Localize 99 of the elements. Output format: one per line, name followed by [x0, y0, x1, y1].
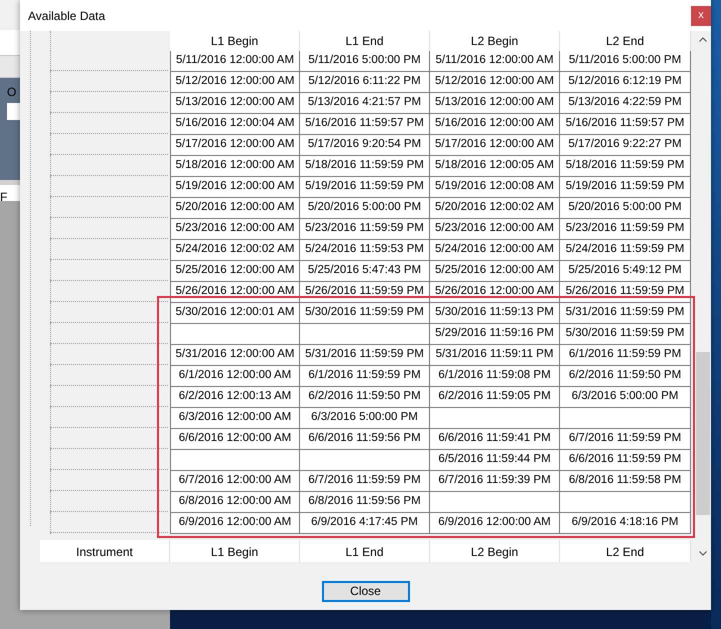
table-cell: 5/16/2016 12:00:00 AM — [430, 114, 560, 135]
table-cell: 5/17/2016 9:20:54 PM — [300, 135, 430, 156]
table-cell: 5/13/2016 12:00:00 AM — [430, 93, 560, 114]
column-header[interactable]: L1 Begin — [170, 540, 300, 562]
table-cell: 5/20/2016 12:00:00 AM — [170, 198, 300, 219]
window-title: Available Data — [28, 8, 106, 24]
table-cell: 5/31/2016 12:00:00 AM — [170, 345, 300, 366]
table-cell: 6/2/2016 11:59:05 PM — [430, 387, 560, 408]
table-cell: 5/23/2016 12:00:00 AM — [430, 219, 560, 240]
table-cell: 5/16/2016 11:59:57 PM — [560, 114, 691, 135]
table-cell: 5/12/2016 12:00:00 AM — [170, 72, 300, 93]
column-header[interactable]: L2 Begin — [430, 31, 560, 51]
table-cell: 5/16/2016 12:00:04 AM — [170, 114, 300, 135]
table-cell: 5/11/2016 5:00:00 PM — [300, 51, 430, 72]
scroll-thumb[interactable] — [696, 352, 710, 515]
table-cell: 5/31/2016 11:59:59 PM — [300, 345, 430, 366]
table-cell: 6/7/2016 12:00:00 AM — [170, 471, 300, 492]
table-cell: 6/3/2016 5:00:00 PM — [560, 387, 691, 408]
table-cell: 5/26/2016 12:00:00 AM — [170, 282, 300, 303]
table-cell: 5/12/2016 6:12:19 PM — [560, 72, 691, 93]
table-cell: 5/13/2016 12:00:00 AM — [170, 93, 300, 114]
table-cell: 5/18/2016 11:59:59 PM — [300, 156, 430, 177]
table-cell: 5/13/2016 4:22:59 PM — [560, 93, 691, 114]
table-cell: 5/30/2016 11:59:13 PM — [430, 303, 560, 324]
table-cell: 5/24/2016 11:59:53 PM — [300, 240, 430, 261]
column-header[interactable]: L1 End — [300, 540, 430, 562]
table-cell: 5/11/2016 12:00:00 AM — [170, 51, 300, 72]
table-cell: 6/9/2016 12:00:00 AM — [170, 513, 300, 534]
table-cell: 5/26/2016 12:00:00 AM — [430, 282, 560, 303]
table-cell: 5/11/2016 5:00:00 PM — [560, 51, 691, 72]
table-cell: 6/8/2016 12:00:00 AM — [170, 492, 300, 513]
table-cell: 6/8/2016 11:59:58 PM — [560, 471, 691, 492]
table-cell: 5/19/2016 12:00:00 AM — [170, 177, 300, 198]
field-label: F — [0, 190, 8, 204]
table-cell: 5/25/2016 5:49:12 PM — [560, 261, 691, 282]
table-cell: 5/20/2016 5:00:00 PM — [560, 198, 691, 219]
table-cell: 6/6/2016 11:59:56 PM — [300, 429, 430, 450]
table-cell: 6/1/2016 11:59:59 PM — [300, 366, 430, 387]
table-cell: 5/17/2016 12:00:00 AM — [170, 135, 300, 156]
table-cell: 6/1/2016 12:00:00 AM — [170, 366, 300, 387]
table-cell: 5/31/2016 11:59:59 PM — [560, 303, 691, 324]
table-cell: 6/9/2016 4:18:16 PM — [560, 513, 691, 534]
table-cell: 5/23/2016 12:00:00 AM — [170, 219, 300, 240]
table-cell: 5/29/2016 11:59:16 PM — [430, 324, 560, 345]
table-cell: 5/24/2016 12:00:02 AM — [170, 240, 300, 261]
table-cell: 6/8/2016 11:59:56 PM — [300, 492, 430, 513]
column-header[interactable]: L2 End — [560, 31, 691, 51]
table-cell: 5/30/2016 11:59:59 PM — [560, 324, 691, 345]
table-cell: 6/7/2016 11:59:59 PM — [560, 429, 691, 450]
table-cell: 5/26/2016 11:59:59 PM — [560, 282, 691, 303]
table-cell: 5/18/2016 12:00:05 AM — [430, 156, 560, 177]
table-cell: 5/17/2016 9:22:27 PM — [560, 135, 691, 156]
table-cell: 6/2/2016 12:00:13 AM — [170, 387, 300, 408]
table-cell: 5/20/2016 5:00:00 PM — [300, 198, 430, 219]
table-cell: 6/1/2016 11:59:59 PM — [560, 345, 691, 366]
table-cell: 5/19/2016 12:00:08 AM — [430, 177, 560, 198]
table-cell: 6/1/2016 11:59:08 PM — [430, 366, 560, 387]
table-cell: 5/30/2016 12:00:01 AM — [170, 303, 300, 324]
table-cell: 6/6/2016 12:00:00 AM — [170, 429, 300, 450]
table-cell: 6/7/2016 11:59:59 PM — [300, 471, 430, 492]
table-cell: 5/17/2016 12:00:00 AM — [430, 135, 560, 156]
table-cell: 5/25/2016 5:47:43 PM — [300, 261, 430, 282]
table-cell: 5/16/2016 11:59:57 PM — [300, 114, 430, 135]
table-cell: 5/23/2016 11:59:59 PM — [300, 219, 430, 240]
table-cell: 5/20/2016 12:00:02 AM — [430, 198, 560, 219]
column-header[interactable]: Instrument — [40, 540, 170, 562]
column-header[interactable]: L1 Begin — [170, 31, 300, 51]
close-button[interactable]: Close — [322, 580, 410, 602]
table-cell: 6/7/2016 11:59:39 PM — [430, 471, 560, 492]
table-cell: 5/18/2016 11:59:59 PM — [560, 156, 691, 177]
field-label: O — [7, 84, 18, 101]
table-cell: 5/24/2016 12:00:00 AM — [430, 240, 560, 261]
table-cell: 5/24/2016 11:59:59 PM — [560, 240, 691, 261]
table-cell: 6/9/2016 4:17:45 PM — [300, 513, 430, 534]
table-cell: 6/3/2016 12:00:00 AM — [170, 408, 300, 429]
column-header[interactable]: L1 End — [300, 31, 430, 51]
table-cell: 5/19/2016 11:59:59 PM — [560, 177, 691, 198]
table-cell: 6/5/2016 11:59:44 PM — [430, 450, 560, 471]
table-cell: 5/25/2016 12:00:00 AM — [170, 261, 300, 282]
column-header[interactable]: L2 End — [560, 540, 691, 562]
table-cell: 5/25/2016 12:00:00 AM — [430, 261, 560, 282]
table-cell: 5/19/2016 11:59:59 PM — [300, 177, 430, 198]
table-cell: 5/30/2016 11:59:59 PM — [300, 303, 430, 324]
table-cell: 6/9/2016 12:00:00 AM — [430, 513, 560, 534]
table-cell: 5/12/2016 12:00:00 AM — [430, 72, 560, 93]
table-cell: 6/2/2016 11:59:50 PM — [300, 387, 430, 408]
table-cell: 5/18/2016 12:00:00 AM — [170, 156, 300, 177]
table-cell: 5/13/2016 4:21:57 PM — [300, 93, 430, 114]
close-button[interactable]: x — [691, 6, 711, 26]
table-cell: 6/6/2016 11:59:41 PM — [430, 429, 560, 450]
table-cell: 5/26/2016 11:59:59 PM — [300, 282, 430, 303]
table-cell: 6/3/2016 5:00:00 PM — [300, 408, 430, 429]
table-cell: 5/11/2016 12:00:00 AM — [430, 51, 560, 72]
table-cell: 6/6/2016 11:59:59 PM — [560, 450, 691, 471]
table-cell: 5/12/2016 6:11:22 PM — [300, 72, 430, 93]
column-header[interactable]: L2 Begin — [430, 540, 560, 562]
table-cell: 5/23/2016 11:59:59 PM — [560, 219, 691, 240]
table-cell: 5/31/2016 11:59:11 PM — [430, 345, 560, 366]
table-cell: 6/2/2016 11:59:50 PM — [560, 366, 691, 387]
